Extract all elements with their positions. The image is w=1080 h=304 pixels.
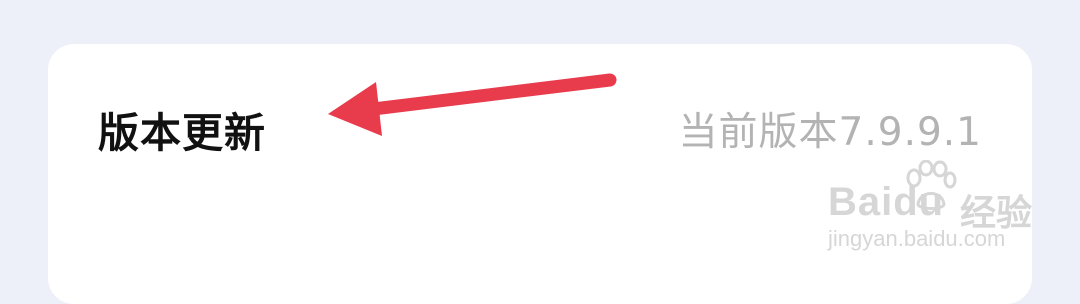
watermark-brand: Baidu bbox=[828, 180, 945, 224]
version-update-label: 版本更新 bbox=[98, 109, 266, 157]
current-version-value: 当前版本7.9.9.1 bbox=[678, 110, 982, 155]
baidu-jingyan-watermark: Baidu 经验 jingyan.baidu.com bbox=[820, 160, 1032, 260]
watermark-url: jingyan.baidu.com bbox=[828, 226, 1006, 251]
annotation-arrow-icon bbox=[328, 73, 617, 136]
